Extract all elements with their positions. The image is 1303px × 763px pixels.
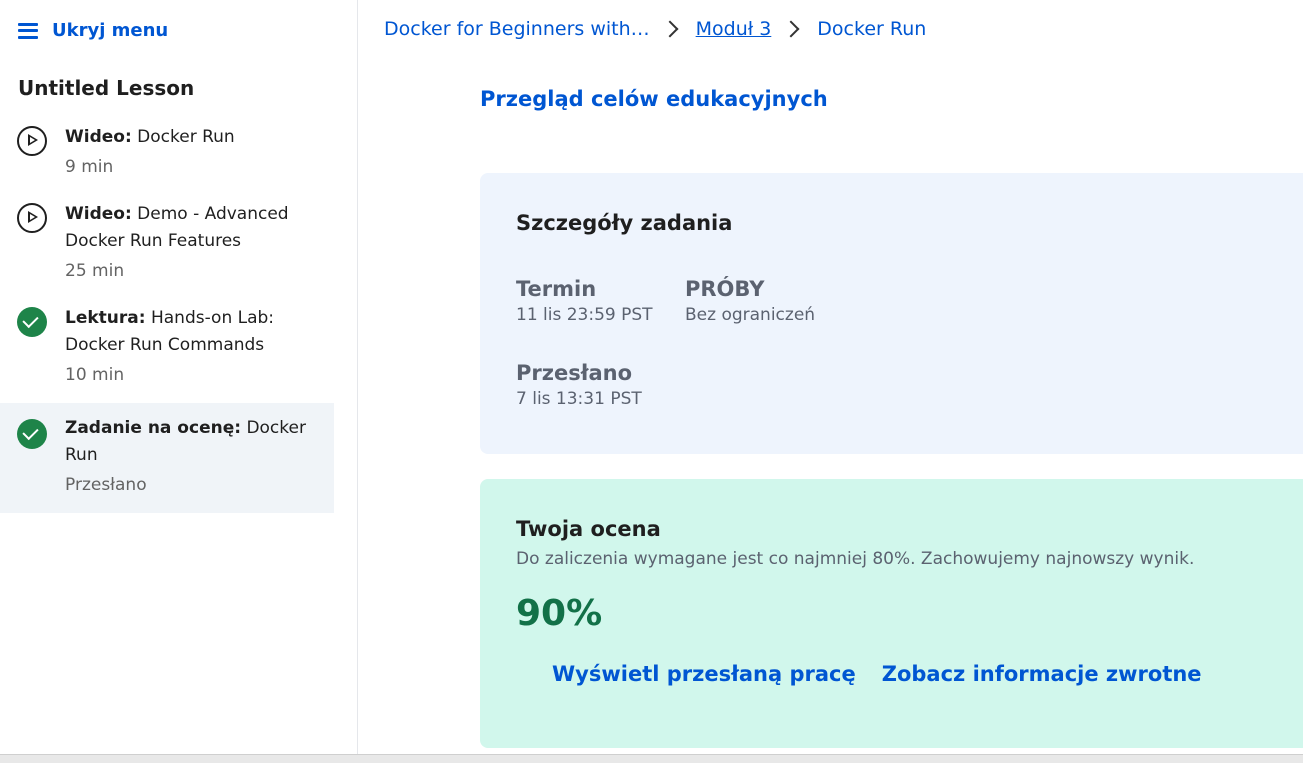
item-duration: 10 min: [65, 365, 125, 385]
view-submission-link[interactable]: Wyświetl przesłaną pracę: [552, 662, 856, 686]
breadcrumb: Docker for Beginners with… Moduł 3 Docke…: [384, 18, 926, 40]
sidebar: Ukryj menu Untitled Lesson Wideo: Docker…: [0, 0, 358, 754]
submitted-value: 7 lis 13:31 PST: [516, 389, 642, 409]
lesson-item-list: Wideo: Docker Run 9 min Wideo: Demo - Ad…: [0, 116, 334, 513]
review-learning-objectives-link[interactable]: Przegląd celów edukacyjnych: [480, 87, 828, 111]
breadcrumb-course-link[interactable]: Docker for Beginners with…: [384, 18, 650, 40]
your-grade-card: Twoja ocena Do zaliczenia wymagane jest …: [480, 479, 1303, 748]
attempts-field: PRÓBY Bez ograniczeń: [685, 277, 815, 325]
grade-description: Do zaliczenia wymagane jest co najmniej …: [516, 549, 1195, 569]
lesson-title: Untitled Lesson: [18, 76, 195, 100]
hide-menu-button[interactable]: Ukryj menu: [18, 20, 168, 41]
sidebar-item-video-docker-run[interactable]: Wideo: Docker Run 9 min: [0, 116, 334, 195]
hide-menu-label: Ukryj menu: [52, 20, 169, 41]
check-circle-icon: [17, 419, 47, 449]
sidebar-item-reading-lab[interactable]: Lektura: Hands-on Lab: Docker Run Comman…: [0, 299, 334, 403]
breadcrumb-current[interactable]: Docker Run: [817, 18, 926, 40]
assignment-details-card: Szczegóły zadania Termin 11 lis 23:59 PS…: [480, 173, 1303, 454]
submitted-label: Przesłano: [516, 361, 633, 385]
check-circle-icon: [17, 307, 47, 337]
deadline-field: Termin 11 lis 23:59 PST: [516, 277, 653, 325]
grade-title: Twoja ocena: [516, 517, 661, 541]
submitted-field: Przesłano 7 lis 13:31 PST: [516, 361, 642, 409]
item-type: Wideo:: [65, 204, 132, 224]
chevron-right-icon: [782, 20, 800, 38]
deadline-value: 11 lis 23:59 PST: [516, 305, 653, 325]
breadcrumb-module-link[interactable]: Moduł 3: [696, 18, 772, 40]
item-duration: 25 min: [65, 261, 125, 281]
sidebar-item-graded-assignment[interactable]: Zadanie na ocenę: Docker Run Przesłano: [0, 403, 334, 513]
item-type: Lektura:: [65, 308, 146, 328]
attempts-label: PRÓBY: [685, 277, 765, 301]
play-circle-icon: [17, 203, 47, 233]
deadline-label: Termin: [516, 277, 597, 301]
grade-actions: Wyświetl przesłaną pracę Zobacz informac…: [552, 662, 1202, 686]
play-circle-icon: [17, 126, 47, 156]
chevron-right-icon: [661, 20, 679, 38]
sidebar-item-video-demo[interactable]: Wideo: Demo - Advanced Docker Run Featur…: [0, 195, 334, 299]
item-status: Przesłano: [65, 475, 147, 495]
grade-score: 90%: [516, 593, 603, 634]
item-type: Wideo:: [65, 127, 132, 147]
horizontal-scrollbar[interactable]: [0, 754, 1303, 763]
attempts-value: Bez ograniczeń: [685, 305, 816, 325]
item-type: Zadanie na ocenę:: [65, 418, 242, 438]
view-feedback-link[interactable]: Zobacz informacje zwrotne: [882, 662, 1202, 686]
assignment-details-title: Szczegóły zadania: [516, 211, 733, 235]
hamburger-icon: [18, 22, 38, 39]
item-title: Docker Run: [137, 127, 235, 147]
item-duration: 9 min: [65, 157, 114, 177]
